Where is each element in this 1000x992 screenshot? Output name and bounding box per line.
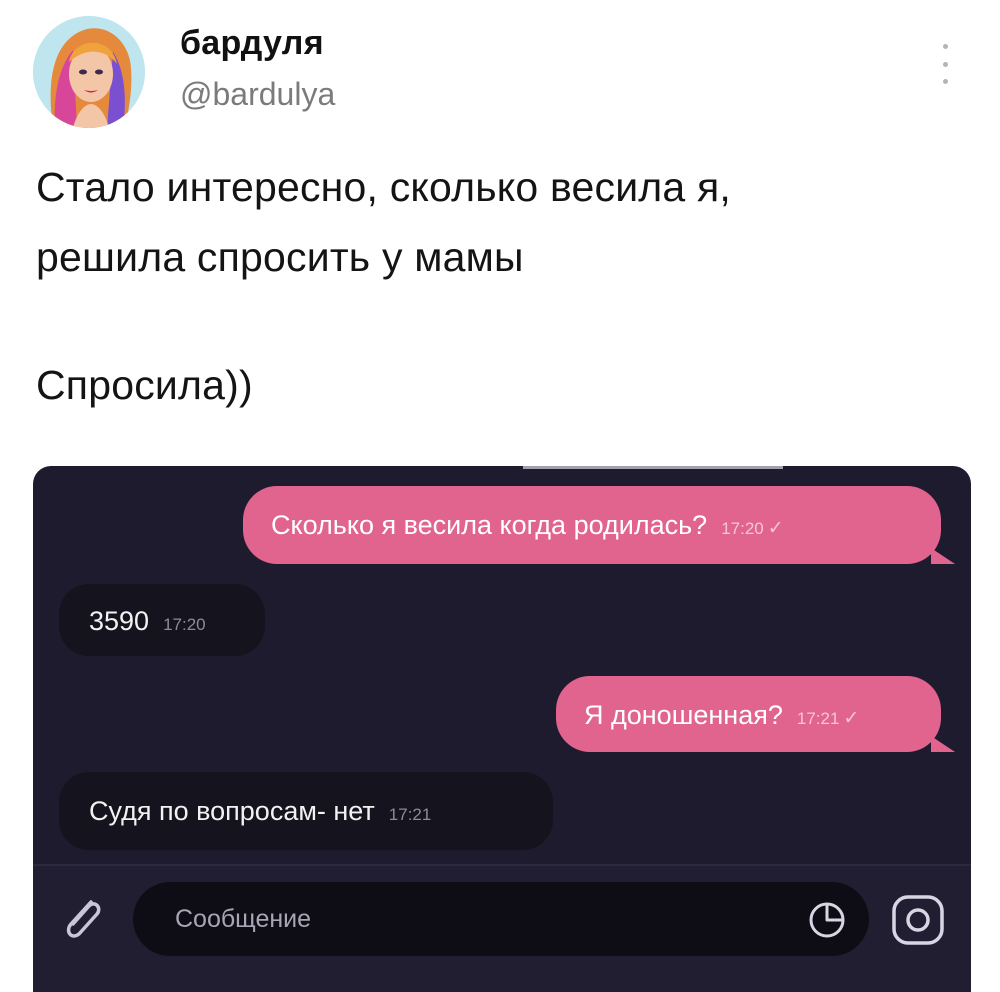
divider (33, 864, 971, 866)
display-name[interactable]: бардуля (180, 24, 324, 63)
bubble-tail (931, 548, 955, 564)
incoming-message: 3590 17:20 (59, 584, 265, 656)
outgoing-message: Я доношенная? 17:21 ✓ (556, 676, 941, 752)
message-time: 17:20 (163, 615, 206, 634)
user-handle[interactable]: @bardulya (180, 76, 335, 113)
message-input-placeholder: Сообщение (175, 904, 312, 933)
message-time: 17:21 (796, 709, 840, 728)
incoming-message: Судя по вопросам- нет 17:21 (59, 772, 553, 850)
tweet-text-line: Спросила)) (36, 362, 253, 408)
message-time: 17:20 (721, 519, 764, 538)
outgoing-message: Сколько я весила когда родилась? 17:20 ✓ (243, 486, 941, 564)
check-icon: ✓ (767, 518, 784, 539)
camera-icon[interactable] (889, 892, 947, 948)
bubble-tail (931, 736, 955, 752)
check-icon: ✓ (843, 708, 860, 729)
message-text: 3590 (89, 606, 150, 636)
message-time: 17:21 (388, 805, 432, 824)
chat-screenshot[interactable]: Сколько я весила когда родилась? 17:20 ✓… (33, 466, 971, 992)
avatar[interactable] (33, 16, 145, 128)
message-text: Сколько я весила когда родилась? (271, 510, 708, 540)
tweet-text-line: Стало интересно, сколько весила я, (36, 164, 732, 210)
message-text: Я доношенная? (584, 700, 783, 730)
sticker-icon[interactable] (807, 900, 847, 940)
tweet-text-line: решила спросить у мамы (36, 234, 524, 280)
paperclip-icon[interactable] (57, 892, 107, 946)
message-text: Судя по вопросам- нет (89, 796, 375, 826)
message-input[interactable]: Сообщение (133, 882, 869, 956)
more-options-icon[interactable] (936, 44, 954, 84)
divider (523, 466, 783, 469)
